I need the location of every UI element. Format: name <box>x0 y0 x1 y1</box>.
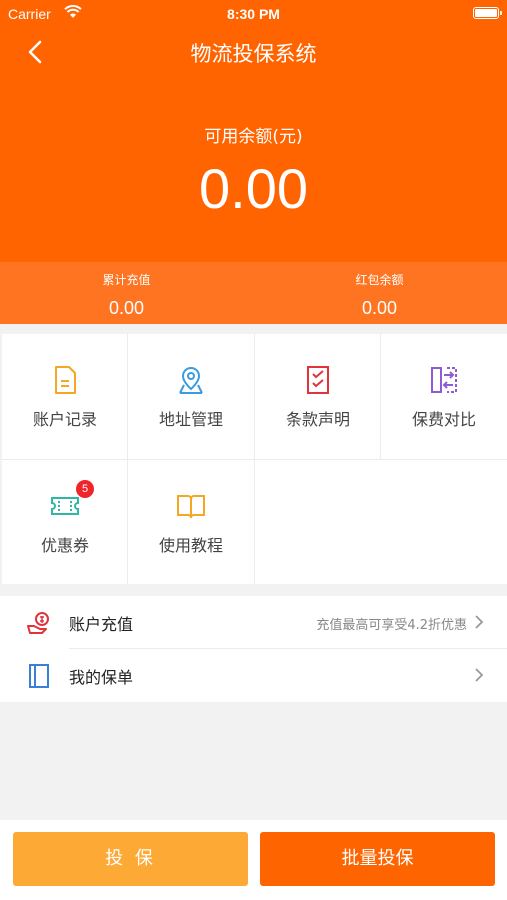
status-bar: Carrier 8:30 PM <box>0 0 507 28</box>
grid-item-label: 保费对比 <box>411 410 476 429</box>
grid-item-terms[interactable]: 条款声明 <box>255 334 381 459</box>
grid-item-compare[interactable]: 保费对比 <box>381 334 507 459</box>
insure-button[interactable]: 投 保 <box>13 832 248 886</box>
coupon-count-badge: 5 <box>76 480 94 498</box>
header: Carrier 8:30 PM 物流投保系统 可用余额(元) 0.00 <box>0 0 507 262</box>
recharge-total-value: 0.00 <box>108 298 145 318</box>
balance-label: 可用余额(元) <box>204 127 303 147</box>
feature-grid: 账户记录 地址管理 条款声明 保费对比 优惠券 使用教程 5 <box>2 334 507 584</box>
coupon-icon <box>51 497 79 515</box>
grid-item-label: 优惠券 <box>40 536 89 555</box>
grid-item-label: 条款声明 <box>285 410 350 429</box>
location-pin-icon <box>179 366 203 394</box>
money-hand-icon <box>27 612 49 634</box>
redpacket-balance-stat: 红包余额 0.00 <box>253 262 506 324</box>
grid-item-account-records[interactable]: 账户记录 <box>2 334 128 459</box>
grid-item-label: 账户记录 <box>32 410 97 429</box>
document-icon <box>55 366 76 394</box>
clock: 8:30 PM <box>227 6 280 22</box>
chevron-right-icon <box>475 615 484 629</box>
recharge-label: 账户充值 <box>69 615 134 634</box>
book-icon <box>177 495 205 519</box>
redpacket-balance-value: 0.00 <box>361 298 398 318</box>
stats-bar: 累计充值 0.00 红包余额 0.00 <box>0 262 507 324</box>
redpacket-balance-label: 红包余额 <box>355 273 404 287</box>
page-title: 物流投保系统 <box>190 42 317 66</box>
recharge-total-stat: 累计充值 0.00 <box>0 262 253 324</box>
compare-icon <box>431 367 457 393</box>
recharge-total-label: 累计充值 <box>102 273 151 287</box>
grid-item-label: 使用教程 <box>158 536 223 555</box>
grid-item-tutorial[interactable]: 使用教程 <box>128 460 254 585</box>
list-item-recharge[interactable]: 账户充值 充值最高可享受4.2折优惠 <box>0 596 507 649</box>
my-policy-label: 我的保单 <box>69 668 134 687</box>
battery-icon <box>473 7 502 19</box>
chevron-right-icon <box>475 668 484 682</box>
notebook-icon <box>29 664 49 688</box>
balance-value: 0.00 <box>199 157 308 220</box>
recharge-promo-hint: 充值最高可享受4.2折优惠 <box>316 618 467 633</box>
checklist-icon <box>307 366 329 394</box>
menu-list: 账户充值 充值最高可享受4.2折优惠 我的保单 <box>0 596 507 702</box>
grid-item-coupons[interactable]: 优惠券 <box>2 460 128 585</box>
grid-item-label: 地址管理 <box>158 410 223 429</box>
list-item-my-policy[interactable]: 我的保单 <box>0 649 507 702</box>
batch-insure-button[interactable]: 批量投保 <box>260 832 495 886</box>
grid-item-address[interactable]: 地址管理 <box>128 334 254 459</box>
